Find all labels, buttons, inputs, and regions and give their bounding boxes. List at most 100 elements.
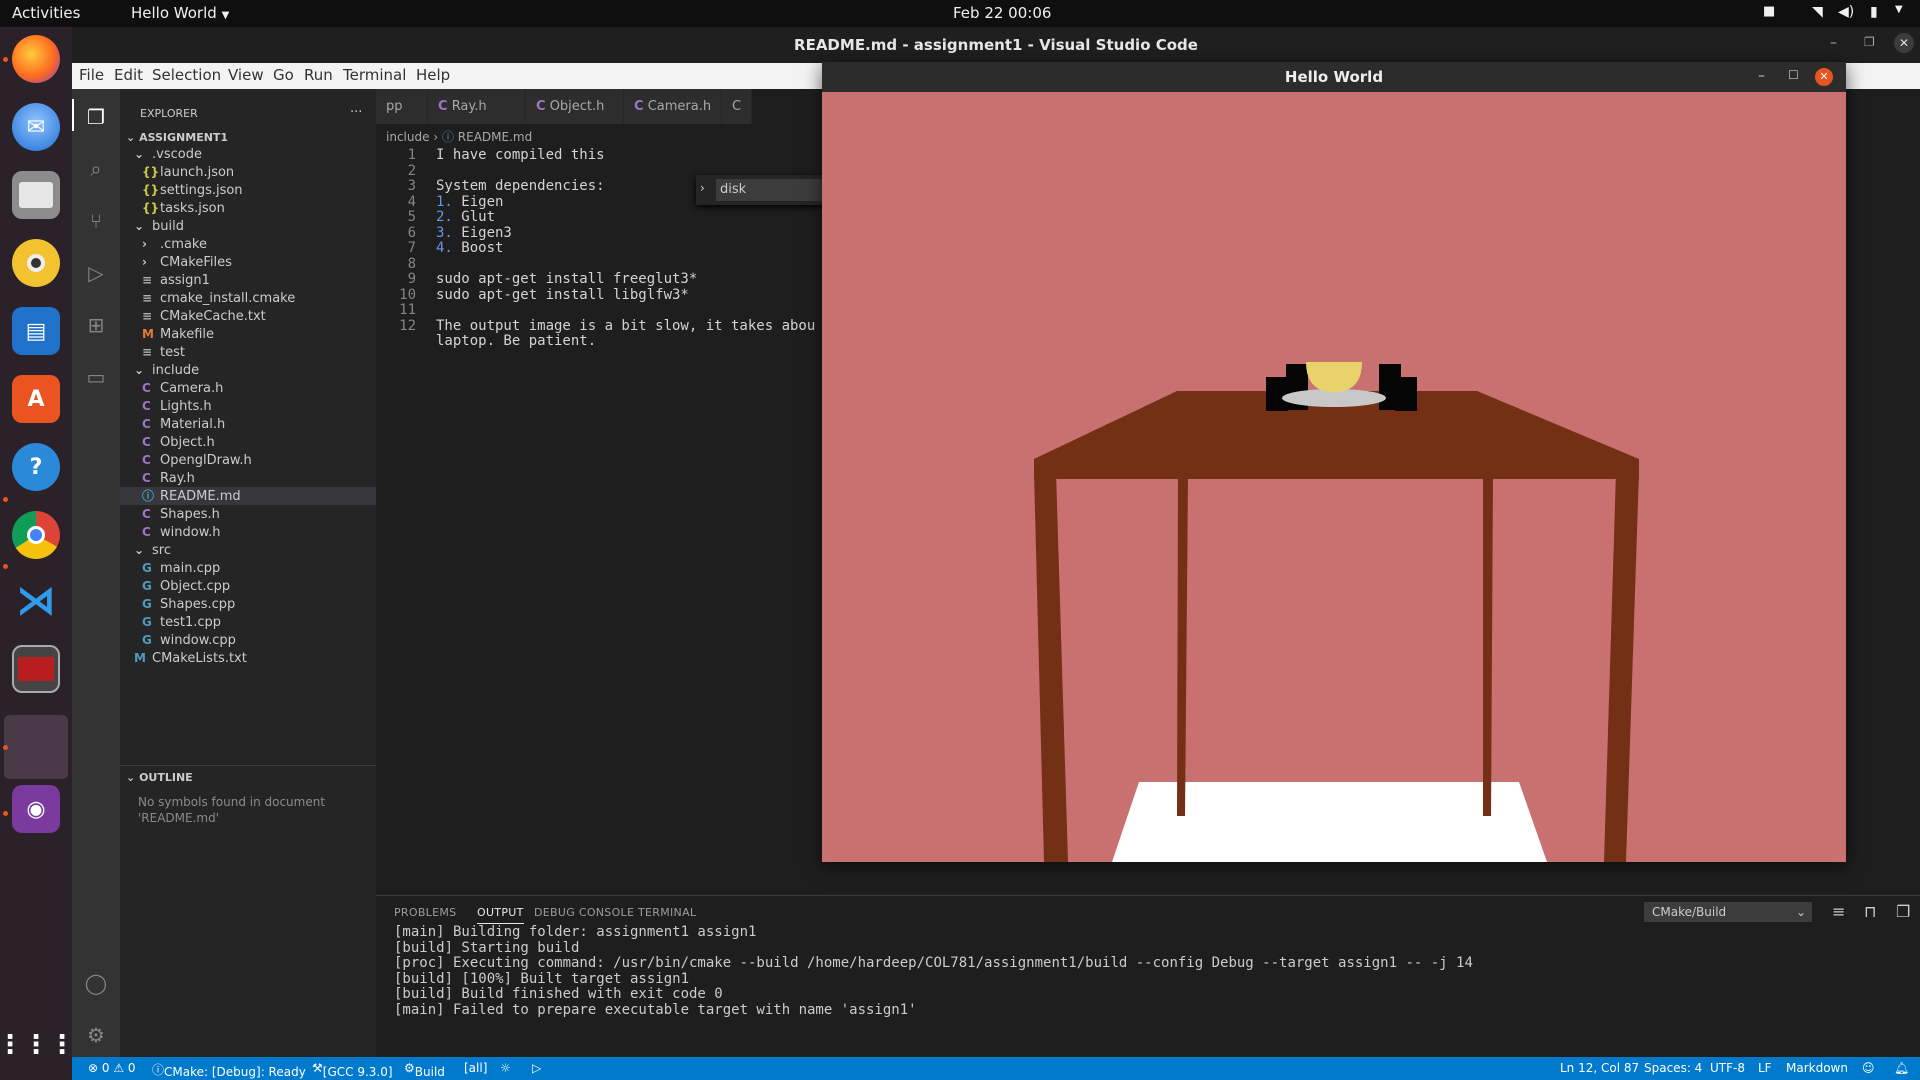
search-icon[interactable]: ⌕ bbox=[84, 157, 108, 181]
files-icon[interactable] bbox=[12, 171, 60, 219]
tree-item[interactable]: ⌄ build bbox=[120, 217, 376, 235]
tree-item[interactable]: ≡ assign1 bbox=[120, 271, 376, 289]
menu-file[interactable]: File bbox=[79, 66, 104, 84]
volume-icon[interactable]: ◀) bbox=[1838, 4, 1854, 20]
encoding[interactable]: UTF-8 bbox=[1710, 1061, 1745, 1075]
tree-item[interactable]: {}tasks.json bbox=[120, 199, 376, 217]
menu-run[interactable]: Run bbox=[304, 66, 333, 84]
tab-object-h[interactable]: C Object.h bbox=[526, 89, 624, 124]
feedback-icon[interactable]: ☺ bbox=[1862, 1061, 1875, 1075]
tree-item[interactable]: C OpenglDraw.h bbox=[120, 451, 376, 469]
blank-window-icon[interactable] bbox=[4, 715, 68, 779]
chevron-right-icon[interactable]: › bbox=[700, 181, 705, 195]
activities-button[interactable]: Activities bbox=[12, 4, 80, 22]
explorer-more-button[interactable]: ··· bbox=[350, 105, 362, 120]
tree-item[interactable]: {}launch.json bbox=[120, 163, 376, 181]
tab-problems[interactable]: PROBLEMS bbox=[394, 906, 456, 919]
video-icon[interactable]: ◉ bbox=[12, 785, 60, 833]
tab-camera-h[interactable]: C Camera.h bbox=[624, 89, 722, 124]
problems-count[interactable]: ⊗ 0 ⚠ 0 bbox=[88, 1061, 136, 1075]
tab-ray-h[interactable]: C Ray.h bbox=[428, 89, 526, 124]
build-button[interactable]: ⚙ Build bbox=[404, 1061, 445, 1079]
eol[interactable]: LF bbox=[1758, 1061, 1772, 1075]
debug-icon[interactable]: ☼ bbox=[500, 1061, 511, 1075]
tree-item[interactable]: G Shapes.cpp bbox=[120, 595, 376, 613]
menu-go[interactable]: Go bbox=[273, 66, 294, 84]
outline-header[interactable]: ⌄ OUTLINE bbox=[126, 767, 193, 789]
tab-output[interactable]: OUTPUT bbox=[477, 906, 524, 924]
wifi-icon[interactable]: ◥ bbox=[1812, 4, 1823, 20]
cmake-status[interactable]: ⓘ CMake: [Debug]: Ready bbox=[152, 1061, 306, 1079]
firefox-icon[interactable] bbox=[12, 35, 60, 83]
tree-item[interactable]: Cwindow.h bbox=[120, 523, 376, 541]
menu-help[interactable]: Help bbox=[416, 66, 450, 84]
tree-item[interactable]: ⌄ .vscode bbox=[120, 145, 376, 163]
maximize-button[interactable]: ❐ bbox=[1864, 35, 1875, 49]
run-debug-icon[interactable]: ▷ bbox=[84, 261, 108, 285]
tree-item[interactable]: ⌄ src bbox=[120, 541, 376, 559]
terminal-icon[interactable] bbox=[12, 645, 60, 693]
close-button[interactable]: ✕ bbox=[1894, 33, 1914, 53]
build-target[interactable]: [all] bbox=[464, 1061, 487, 1075]
open-editor-icon[interactable]: ❐ bbox=[1896, 902, 1910, 921]
gear-icon[interactable]: ⚙ bbox=[84, 1023, 108, 1047]
app-grid-icon[interactable]: ⋮⋮⋮ bbox=[0, 1021, 75, 1069]
tree-item[interactable]: ≡ CMakeCache.txt bbox=[120, 307, 376, 325]
scrollbar[interactable] bbox=[1916, 179, 1920, 879]
tree-item[interactable]: G Object.cpp bbox=[120, 577, 376, 595]
render-canvas[interactable] bbox=[822, 92, 1846, 862]
clock[interactable]: Feb 22 00:06 bbox=[953, 4, 1051, 22]
tree-item[interactable]: M Makefile bbox=[120, 325, 376, 343]
run-icon[interactable]: ▷ bbox=[532, 1061, 541, 1075]
tree-item[interactable]: ⌄ include bbox=[120, 361, 376, 379]
extensions-icon[interactable]: ⊞ bbox=[84, 313, 108, 337]
tree-item[interactable]: C Object.h bbox=[120, 433, 376, 451]
tree-item[interactable]: {}settings.json bbox=[120, 181, 376, 199]
remote-explorer-icon[interactable]: ▭ bbox=[84, 365, 108, 389]
tab-terminal[interactable]: TERMINAL bbox=[638, 906, 696, 919]
minimize-button[interactable]: – bbox=[1830, 35, 1837, 51]
accounts-icon[interactable]: ◯ bbox=[84, 971, 108, 995]
tree-item[interactable]: ⓘ README.md bbox=[120, 487, 376, 505]
tree-item[interactable]: › CMakeFiles bbox=[120, 253, 376, 271]
cursor-position[interactable]: Ln 12, Col 87 bbox=[1560, 1061, 1639, 1075]
battery-icon[interactable]: ▮ bbox=[1870, 4, 1878, 20]
minimize-button[interactable]: – bbox=[1758, 68, 1765, 84]
tree-item[interactable]: › .cmake bbox=[120, 235, 376, 253]
language-mode[interactable]: Markdown bbox=[1786, 1061, 1848, 1075]
menu-terminal[interactable]: Terminal bbox=[343, 66, 406, 84]
chrome-icon[interactable] bbox=[12, 511, 60, 559]
lock-icon[interactable]: ⊓ bbox=[1864, 902, 1876, 921]
tree-item[interactable]: C Shapes.h bbox=[120, 505, 376, 523]
bell-icon[interactable]: 🔔︎ bbox=[1894, 1061, 1909, 1075]
indentation[interactable]: Spaces: 4 bbox=[1644, 1061, 1702, 1075]
tab-partial-c[interactable]: C bbox=[722, 89, 752, 124]
source-control-icon[interactable]: ⑂ bbox=[84, 209, 108, 233]
tab-partial[interactable]: pp bbox=[376, 89, 428, 124]
tree-item[interactable]: Gtest1.cpp bbox=[120, 613, 376, 631]
vscode-icon[interactable]: ⋊ bbox=[12, 577, 60, 625]
rhythmbox-icon[interactable] bbox=[12, 239, 60, 287]
app-menu[interactable]: Hello World ▼ bbox=[131, 4, 229, 22]
output-channel-select[interactable]: CMake/Build ⌄ bbox=[1644, 902, 1812, 922]
clear-output-icon[interactable]: ≡ bbox=[1832, 902, 1845, 921]
tree-item[interactable]: ≡ cmake_install.cmake bbox=[120, 289, 376, 307]
explorer-icon[interactable]: ❐ bbox=[84, 105, 108, 129]
tree-item[interactable]: C Material.h bbox=[120, 415, 376, 433]
tree-item[interactable]: C Camera.h bbox=[120, 379, 376, 397]
tree-item[interactable]: M CMakeLists.txt bbox=[120, 649, 376, 667]
cmake-kit[interactable]: ⚒ [GCC 9.3.0] bbox=[312, 1061, 393, 1079]
menu-view[interactable]: View bbox=[228, 66, 264, 84]
menu-selection[interactable]: Selection bbox=[152, 66, 221, 84]
tree-item[interactable]: Gwindow.cpp bbox=[120, 631, 376, 649]
camera-icon[interactable]: ■ bbox=[1763, 4, 1775, 19]
menu-edit[interactable]: Edit bbox=[114, 66, 143, 84]
thunderbird-icon[interactable]: ✉ bbox=[12, 103, 60, 151]
help-icon[interactable]: ? bbox=[12, 443, 60, 491]
close-button[interactable]: ✕ bbox=[1815, 68, 1833, 86]
tree-item[interactable]: C Ray.h bbox=[120, 469, 376, 487]
tree-item[interactable]: ≡ test bbox=[120, 343, 376, 361]
software-icon[interactable]: A bbox=[12, 375, 60, 423]
writer-icon[interactable]: ▤ bbox=[12, 307, 60, 355]
breadcrumb-folder[interactable]: include bbox=[386, 130, 429, 144]
